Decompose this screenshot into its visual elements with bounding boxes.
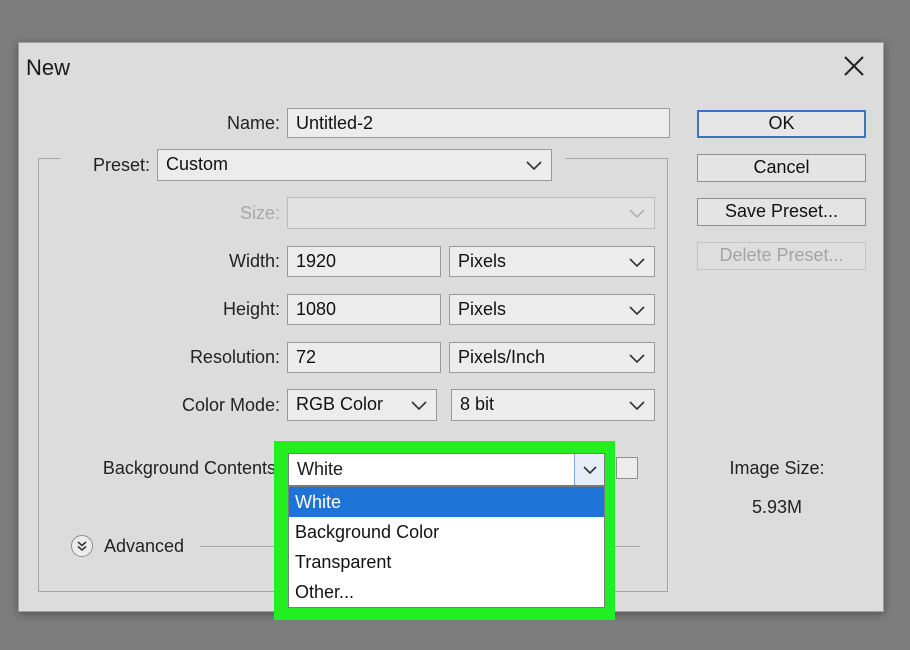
height-label: Height: — [222, 299, 280, 319]
chevron-down-icon — [629, 306, 645, 316]
chevron-down-icon — [629, 209, 645, 219]
preset-value: Custom — [166, 154, 229, 174]
advanced-divider-left — [200, 546, 276, 547]
resolution-unit-value: Pixels/Inch — [458, 347, 546, 367]
preset-select[interactable]: Custom — [157, 149, 552, 181]
background-contents-label: Background Contents — [102, 458, 276, 478]
size-select — [287, 197, 655, 229]
image-size-value: 5.93M — [751, 497, 803, 517]
color-mode-label: Color Mode: — [181, 395, 280, 415]
resolution-label: Resolution: — [189, 347, 280, 367]
name-label: Name: — [226, 113, 280, 133]
bit-depth-select[interactable]: 8 bit — [451, 389, 655, 421]
chevron-down-icon — [629, 354, 645, 364]
width-label: Width: — [228, 251, 280, 271]
background-contents-value: White — [297, 459, 344, 479]
width-unit-select[interactable]: Pixels — [449, 246, 655, 277]
double-chevron-down-icon — [71, 535, 93, 557]
advanced-divider-right — [615, 546, 640, 547]
chevron-down-icon — [411, 401, 427, 411]
resolution-field[interactable]: 72 — [287, 342, 441, 373]
chevron-down-icon — [526, 161, 542, 171]
height-field[interactable]: 1080 — [287, 294, 441, 325]
background-options-list: White Background Color Transparent Other… — [288, 486, 605, 608]
option-background-color[interactable]: Background Color — [289, 517, 604, 547]
close-button[interactable] — [839, 51, 869, 81]
groupbox-top-right — [565, 158, 667, 159]
option-white[interactable]: White — [289, 487, 604, 517]
advanced-label: Advanced — [104, 535, 185, 556]
size-label: Size: — [239, 203, 280, 223]
color-mode-value: RGB Color — [296, 394, 384, 414]
ok-button[interactable]: OK — [697, 110, 866, 138]
background-contents-select[interactable]: White — [288, 453, 605, 486]
groupbox-top-left — [38, 158, 60, 159]
option-other[interactable]: Other... — [289, 577, 604, 607]
cancel-button[interactable]: Cancel — [697, 154, 866, 182]
save-preset-button[interactable]: Save Preset... — [697, 198, 866, 226]
background-checkbox[interactable] — [616, 457, 638, 479]
height-unit-select[interactable]: Pixels — [449, 294, 655, 325]
option-transparent[interactable]: Transparent — [289, 547, 604, 577]
groupbox-right — [667, 158, 668, 591]
chevron-down-icon — [629, 258, 645, 268]
close-icon — [844, 56, 864, 76]
name-field[interactable]: Untitled-2 — [287, 108, 670, 138]
background-dropdown-arrow[interactable] — [574, 454, 604, 485]
advanced-toggle[interactable]: Advanced — [70, 533, 200, 559]
bit-depth-value: 8 bit — [460, 394, 495, 414]
chevron-down-icon — [582, 465, 597, 474]
width-field[interactable]: 1920 — [287, 246, 441, 277]
color-mode-select[interactable]: RGB Color — [287, 389, 437, 421]
resolution-unit-select[interactable]: Pixels/Inch — [449, 342, 655, 373]
groupbox-left — [38, 158, 39, 591]
chevron-down-icon — [629, 401, 645, 411]
preset-label: Preset: — [60, 155, 150, 176]
dialog-title: New — [26, 55, 71, 80]
delete-preset-button: Delete Preset... — [697, 242, 866, 270]
height-unit-value: Pixels — [458, 299, 507, 319]
image-size-label: Image Size: — [729, 458, 825, 478]
width-unit-value: Pixels — [458, 251, 507, 271]
